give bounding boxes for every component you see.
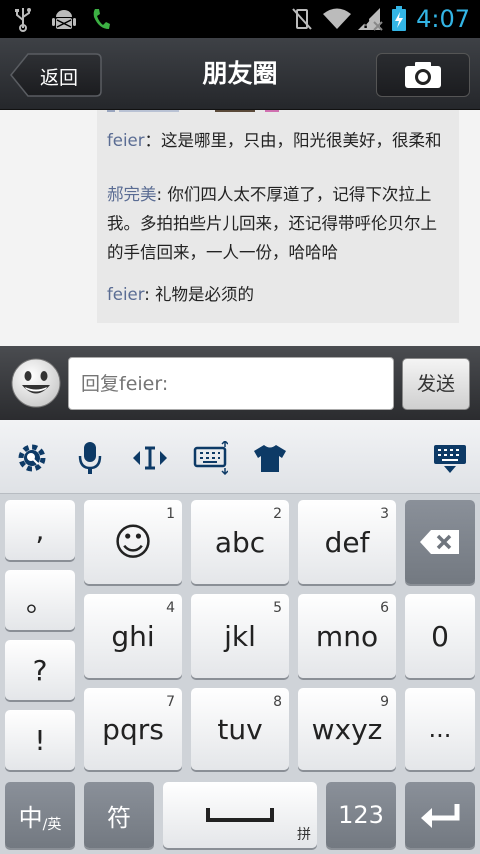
- lang-main-label: 中: [18, 803, 43, 832]
- back-button-label: 返回: [40, 67, 79, 89]
- android-debug-icon: [50, 6, 78, 32]
- clock: 4:07: [416, 5, 470, 33]
- space-key[interactable]: 拼: [163, 782, 317, 848]
- settings-icon[interactable]: [14, 440, 50, 476]
- comment-item: feier: 礼物是必须的: [107, 280, 452, 309]
- comment-separator: :: [156, 185, 163, 204]
- microphone-icon[interactable]: [72, 440, 108, 476]
- key-2-abc[interactable]: abc 2: [191, 500, 289, 584]
- punctuation-key-label: 。: [25, 585, 54, 618]
- backspace-key[interactable]: [405, 500, 475, 584]
- key-label: ☺: [113, 520, 153, 564]
- camera-icon: [405, 62, 441, 88]
- camera-button[interactable]: [376, 53, 470, 97]
- pinyin-label: 拼: [297, 827, 311, 843]
- number-mode-key[interactable]: 123: [326, 782, 396, 848]
- smiley-icon: [11, 358, 61, 408]
- key-label: wxyz: [311, 712, 383, 746]
- key-label: ghi: [111, 619, 155, 653]
- key-8-tuv[interactable]: tuv 8: [191, 688, 289, 770]
- svg-text:?: ?: [362, 16, 370, 32]
- key-label: pqrs: [102, 712, 164, 746]
- comment-text: 礼物是必须的: [155, 285, 255, 304]
- send-button[interactable]: 发送: [402, 358, 470, 410]
- key-number: 9: [380, 694, 389, 710]
- comment-separator: ：: [144, 131, 161, 150]
- lang-sub-label: /英: [42, 817, 62, 833]
- cursor-move-icon[interactable]: [132, 440, 168, 476]
- key-number: 1: [166, 506, 175, 522]
- ime-keyboard: , 。 ? ! ☺ 1 abc 2 def 3 ghi 4 jkl 5 mno …: [0, 494, 480, 854]
- punctuation-key[interactable]: 。: [5, 570, 75, 630]
- language-switch-key[interactable]: 中/英: [5, 782, 75, 848]
- comment-author[interactable]: feier: [107, 131, 144, 150]
- key-number: 5: [273, 600, 282, 616]
- moments-feed: feier：这是哪里，只由，阳光很美好，很柔和 郝完美: 你们四人太不厚道了，记…: [0, 110, 480, 346]
- status-bar: ? 4:07: [0, 0, 480, 38]
- symbol-key[interactable]: 符: [84, 782, 154, 848]
- reply-input[interactable]: [68, 357, 394, 410]
- space-icon: [206, 808, 274, 822]
- key-number: 4: [166, 600, 175, 616]
- key-label: def: [324, 525, 370, 559]
- key-3-def[interactable]: def 3: [298, 500, 396, 584]
- back-button[interactable]: 返回: [10, 53, 102, 97]
- punctuation-key-label: ,: [35, 513, 45, 547]
- phone-icon: [90, 6, 112, 32]
- key-number: 6: [380, 600, 389, 616]
- emoji-button[interactable]: [11, 358, 61, 408]
- punctuation-key[interactable]: ?: [5, 640, 75, 700]
- key-number: 3: [380, 506, 389, 522]
- ime-toolbar: [0, 420, 480, 494]
- comment-author[interactable]: 郝完美: [107, 185, 157, 204]
- key-6-mno[interactable]: mno 6: [298, 594, 396, 678]
- wifi-icon: [322, 6, 352, 32]
- punctuation-key[interactable]: !: [5, 710, 75, 770]
- comment-item: feier：这是哪里，只由，阳光很美好，很柔和: [107, 126, 452, 155]
- punctuation-key-label: !: [34, 723, 46, 757]
- key-label: ...: [428, 715, 452, 743]
- key-7-pqrs[interactable]: pqrs 7: [84, 688, 182, 770]
- key-label: jkl: [224, 619, 256, 653]
- comment-text: 这是哪里，只由，阳光很美好，很柔和: [160, 131, 442, 150]
- vibrate-off-icon: [290, 6, 314, 32]
- comments-panel: feier：这是哪里，只由，阳光很美好，很柔和 郝完美: 你们四人太不厚道了，记…: [97, 110, 459, 323]
- key-number: 2: [273, 506, 282, 522]
- key-5-jkl[interactable]: jkl 5: [191, 594, 289, 678]
- skin-icon[interactable]: [252, 440, 288, 476]
- title-bar: 返回 朋友圈: [0, 38, 480, 110]
- hide-keyboard-icon[interactable]: [432, 440, 468, 476]
- reply-bar: 发送: [0, 346, 480, 420]
- comment-item: 郝完美: 你们四人太不厚道了，记得下次拉上我。多拍拍些片儿回来，还记得带呼伦贝尔…: [107, 180, 452, 267]
- usb-icon: [10, 6, 36, 32]
- enter-key[interactable]: [405, 782, 475, 848]
- battery-icon: [390, 6, 408, 32]
- comment-author[interactable]: feier: [107, 285, 144, 304]
- key-label: mno: [315, 619, 379, 653]
- key-label: abc: [214, 525, 266, 559]
- key-0[interactable]: 0: [405, 594, 475, 678]
- key-label: tuv: [217, 712, 263, 746]
- punctuation-key[interactable]: ,: [5, 500, 75, 560]
- number-mode-label: 123: [338, 801, 384, 829]
- symbol-key-label: 符: [107, 803, 131, 832]
- keyboard-edit-icon[interactable]: [192, 440, 228, 476]
- key-1-emoji[interactable]: ☺ 1: [84, 500, 182, 584]
- cut-off-row: [107, 110, 279, 112]
- signal-icon: ?: [356, 6, 384, 32]
- key-number: 8: [273, 694, 282, 710]
- backspace-icon: [420, 530, 459, 554]
- comment-separator: :: [144, 285, 150, 304]
- more-symbols-key[interactable]: ...: [405, 688, 475, 770]
- key-4-ghi[interactable]: ghi 4: [84, 594, 182, 678]
- key-number: 7: [166, 694, 175, 710]
- key-9-wxyz[interactable]: wxyz 9: [298, 688, 396, 770]
- enter-icon: [421, 804, 460, 828]
- page-title: 朋友圈: [202, 59, 278, 88]
- key-label: 0: [431, 619, 449, 653]
- punctuation-key-label: ?: [32, 653, 48, 687]
